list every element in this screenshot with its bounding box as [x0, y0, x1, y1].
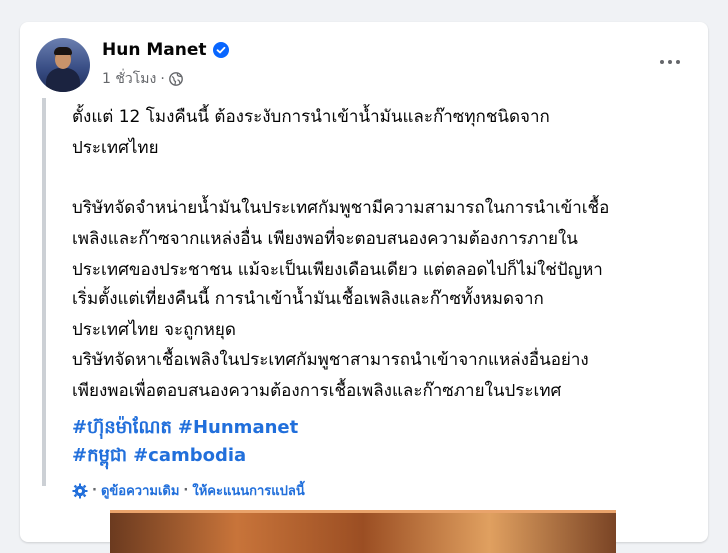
hashtag-row: #ហ៊ុនម៉ាណែត #Hunmanet: [72, 414, 298, 442]
translated-post-body: ตั้งแต่ 12 โมงคืนนี้ ต้องระงับการนำเข้าน…: [42, 98, 686, 499]
gear-icon[interactable]: [72, 483, 88, 499]
more-dot: [676, 60, 680, 64]
hashtag-row: #កម្ពុជា #cambodia: [72, 442, 298, 470]
post-meta: 1 ชั่วโมง ·: [102, 68, 183, 90]
post-card: Hun Manet 1 ชั่วโมง · ตั้งแต่ 12 โมงคืนน…: [20, 22, 708, 553]
post-paragraph: บริษัทจัดจำหน่ายน้ำมันในประเทศกัมพูชามีค…: [72, 198, 610, 280]
rate-translation-link[interactable]: ให้คะแนนการแปลนี้: [192, 480, 304, 501]
more-options-icon[interactable]: [652, 52, 688, 72]
globe-icon[interactable]: [168, 72, 183, 86]
avatar[interactable]: [36, 38, 90, 92]
meta-separator: ·: [160, 71, 165, 87]
hashtag-link[interactable]: #cambodia: [133, 442, 246, 470]
avatar-hair: [54, 47, 72, 55]
see-original-link[interactable]: ดูข้อความเดิม: [101, 480, 179, 501]
translation-separator: ·: [92, 483, 97, 498]
author-row: Hun Manet: [102, 40, 229, 60]
hashtag-link[interactable]: #Hunmanet: [178, 414, 298, 442]
post-paragraph: บริษัทจัดหาเชื้อเพลิงในประเทศกัมพูชาสามา…: [72, 350, 589, 401]
post-paragraph: เริ่มตั้งแต่เที่ยงคืนนี้ การนำเข้าน้ำมัน…: [72, 289, 544, 340]
post-image[interactable]: [110, 510, 616, 553]
translation-separator: ·: [183, 483, 189, 498]
translation-footer: · ดูข้อความเดิม · ให้คะแนนการแปลนี้: [72, 480, 305, 501]
avatar-suit: [46, 68, 80, 92]
post-paragraph: ตั้งแต่ 12 โมงคืนนี้ ต้องระงับการนำเข้าน…: [72, 107, 550, 158]
author-name[interactable]: Hun Manet: [102, 40, 207, 60]
hashtag-link[interactable]: #ហ៊ុនម៉ាណែត: [72, 414, 172, 442]
verified-badge-icon: [212, 42, 229, 58]
hashtag-link[interactable]: #កម្ពុជា: [72, 442, 127, 470]
post-timestamp[interactable]: 1 ชั่วโมง: [102, 68, 156, 90]
more-dot: [660, 60, 664, 64]
more-dot: [668, 60, 672, 64]
hashtags: #ហ៊ុនម៉ាណែត #Hunmanet #កម្ពុជា #cambodia: [72, 414, 298, 470]
